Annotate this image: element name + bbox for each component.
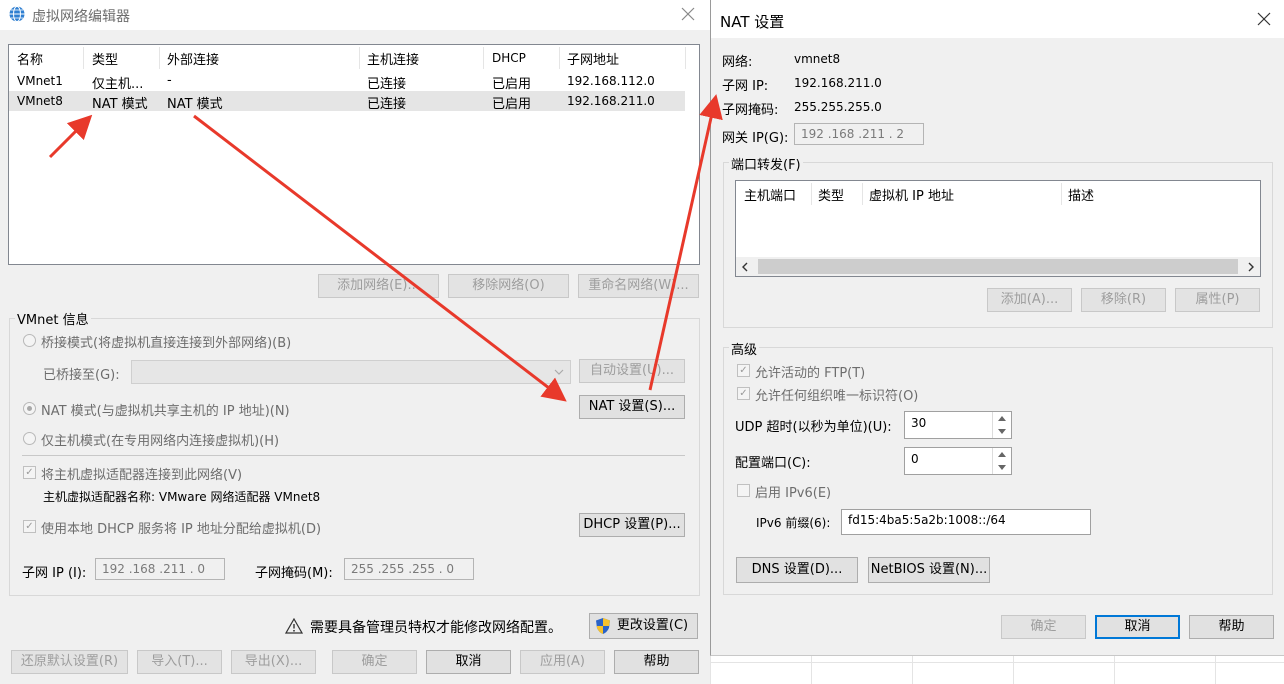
annotation-arrow xyxy=(648,94,723,391)
annotation-arrow xyxy=(193,114,567,402)
annotation-overlay xyxy=(48,94,723,402)
annotation-arrow xyxy=(48,114,93,159)
